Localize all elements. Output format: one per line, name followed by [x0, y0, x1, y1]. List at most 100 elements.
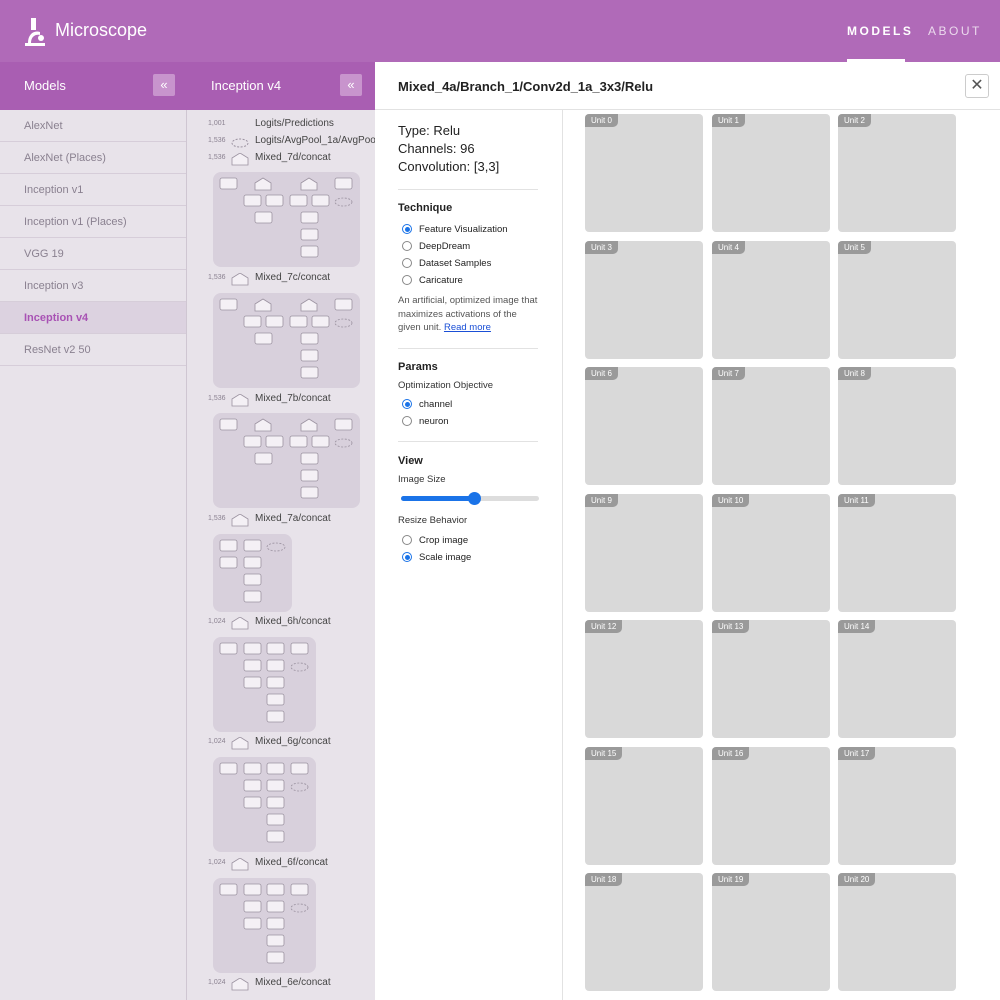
technique-radio-feature-visualization[interactable] [402, 224, 412, 234]
unit-card[interactable]: Unit 20 [838, 873, 956, 991]
unit-card[interactable]: Unit 1 [712, 114, 830, 232]
graph-layer-label[interactable]: Mixed_6g/concat [255, 736, 331, 747]
graph-layer-node[interactable]: 1,536 Mixed_7d/concat [187, 152, 375, 168]
graph-layer-label[interactable]: Mixed_6e/concat [255, 977, 331, 988]
graph-op-node[interactable] [254, 211, 273, 224]
concat-node-shape[interactable] [231, 514, 249, 527]
graph-layer-node[interactable]: 1,536 Mixed_7a/concat [187, 513, 375, 529]
unit-card[interactable]: Unit 3 [585, 241, 703, 359]
graph-op-node[interactable] [334, 438, 353, 448]
graph-op-node[interactable] [243, 573, 262, 586]
graph-op-node[interactable] [265, 315, 284, 328]
objective-radio-channel[interactable] [402, 399, 412, 409]
graph-op-node[interactable] [266, 762, 285, 775]
graph-op-node[interactable] [289, 315, 308, 328]
graph-op-node[interactable] [243, 659, 262, 672]
technique-label-deepdream[interactable]: DeepDream [419, 241, 470, 252]
graph-op-node[interactable] [266, 883, 285, 896]
graph-layer-node[interactable]: 1,536 Logits/AvgPool_1a/AvgPool [187, 135, 375, 151]
unit-card[interactable]: Unit 15 [585, 747, 703, 865]
graph-op-node[interactable] [266, 642, 285, 655]
graph-op-node[interactable] [300, 211, 319, 224]
graph-block[interactable] [213, 878, 316, 973]
graph-op-node[interactable] [266, 813, 285, 826]
nav-about[interactable]: ABOUT [928, 24, 982, 38]
unit-card[interactable]: Unit 9 [585, 494, 703, 612]
resize-label-scale[interactable]: Scale image [419, 552, 471, 563]
graph-op-node[interactable] [266, 796, 285, 809]
graph-block[interactable] [213, 534, 292, 612]
graph-block[interactable] [213, 413, 360, 508]
model-item-alexnet-places[interactable]: AlexNet (Places) [0, 142, 186, 174]
graph-layer-label[interactable]: Logits/Predictions [255, 118, 334, 129]
graph-op-node[interactable] [219, 539, 238, 552]
resize-radio-scale[interactable] [402, 552, 412, 562]
objective-label-channel[interactable]: channel [419, 399, 452, 410]
graph-op-node[interactable] [243, 539, 262, 552]
graph-layer-node[interactable]: 1,536 Mixed_7b/concat [187, 393, 375, 409]
graph-layer-label[interactable]: Mixed_6h/concat [255, 616, 331, 627]
objective-label-neuron[interactable]: neuron [419, 416, 449, 427]
graph-op-node[interactable] [290, 903, 309, 913]
graph-op-node[interactable] [290, 762, 309, 775]
graph-op-node[interactable] [311, 435, 330, 448]
concat-node-shape[interactable] [254, 177, 272, 191]
concat-node-shape[interactable] [231, 617, 249, 630]
model-item-inception-v1-places[interactable]: Inception v1 (Places) [0, 206, 186, 238]
unit-card[interactable]: Unit 7 [712, 367, 830, 485]
graph-layer-node[interactable]: 1,001 Logits/Predictions [187, 118, 375, 134]
concat-node-shape[interactable] [300, 177, 318, 191]
graph-op-node[interactable] [290, 662, 309, 672]
graph-op-node[interactable] [300, 366, 319, 379]
unit-card[interactable]: Unit 5 [838, 241, 956, 359]
graph-op-node[interactable] [266, 934, 285, 947]
unit-card[interactable]: Unit 16 [712, 747, 830, 865]
unit-card[interactable]: Unit 8 [838, 367, 956, 485]
graph-op-node[interactable] [219, 418, 238, 431]
graph-op-node[interactable] [219, 556, 238, 569]
graph-block[interactable] [213, 637, 316, 732]
microscope-icon[interactable] [22, 16, 48, 46]
concat-node-shape[interactable] [300, 418, 318, 432]
graph-op-node[interactable] [266, 951, 285, 964]
graph-op-node[interactable] [300, 469, 319, 482]
graph-op-node[interactable] [311, 194, 330, 207]
graph-layer-node[interactable]: 1,024 Mixed_6g/concat [187, 736, 375, 752]
graph-layer-label[interactable]: Mixed_7d/concat [255, 152, 331, 163]
graph-op-node[interactable] [300, 349, 319, 362]
concat-node-shape[interactable] [254, 418, 272, 432]
unit-card[interactable]: Unit 0 [585, 114, 703, 232]
graph-op-node[interactable] [254, 332, 273, 345]
concat-node-shape[interactable] [231, 737, 249, 750]
model-item-resnet-v2-50[interactable]: ResNet v2 50 [0, 334, 186, 366]
graph-op-node[interactable] [243, 796, 262, 809]
concat-node-shape[interactable] [231, 978, 249, 991]
unit-card[interactable]: Unit 17 [838, 747, 956, 865]
technique-label-caricature[interactable]: Caricature [419, 275, 463, 286]
unit-card[interactable]: Unit 13 [712, 620, 830, 738]
unit-card[interactable]: Unit 12 [585, 620, 703, 738]
graph-op-node[interactable] [290, 642, 309, 655]
graph-op-node[interactable] [300, 332, 319, 345]
unit-card[interactable]: Unit 4 [712, 241, 830, 359]
graph-op-node[interactable] [219, 883, 238, 896]
graph-op-node[interactable] [265, 435, 284, 448]
model-item-inception-v4[interactable]: Inception v4 [0, 302, 186, 334]
graph-layer-label[interactable]: Mixed_7b/concat [255, 393, 331, 404]
graph-op-node[interactable] [243, 556, 262, 569]
graph-op-node[interactable] [254, 452, 273, 465]
graph-op-node[interactable] [243, 779, 262, 792]
graph-layer-node[interactable]: 1,024 Mixed_6h/concat [187, 616, 375, 632]
model-item-vgg19[interactable]: VGG 19 [0, 238, 186, 270]
graph-op-node[interactable] [266, 659, 285, 672]
graph-op-node[interactable] [289, 435, 308, 448]
graph-layer-node[interactable]: 1,024 Mixed_6f/concat [187, 857, 375, 873]
graph-op-node[interactable] [243, 900, 262, 913]
graph-op-node[interactable] [300, 245, 319, 258]
graph-block[interactable] [213, 757, 316, 852]
unit-card[interactable]: Unit 6 [585, 367, 703, 485]
collapse-graph-button[interactable]: « [340, 74, 362, 96]
graph-op-node[interactable] [243, 762, 262, 775]
graph-op-node[interactable] [219, 762, 238, 775]
graph-op-node[interactable] [266, 779, 285, 792]
